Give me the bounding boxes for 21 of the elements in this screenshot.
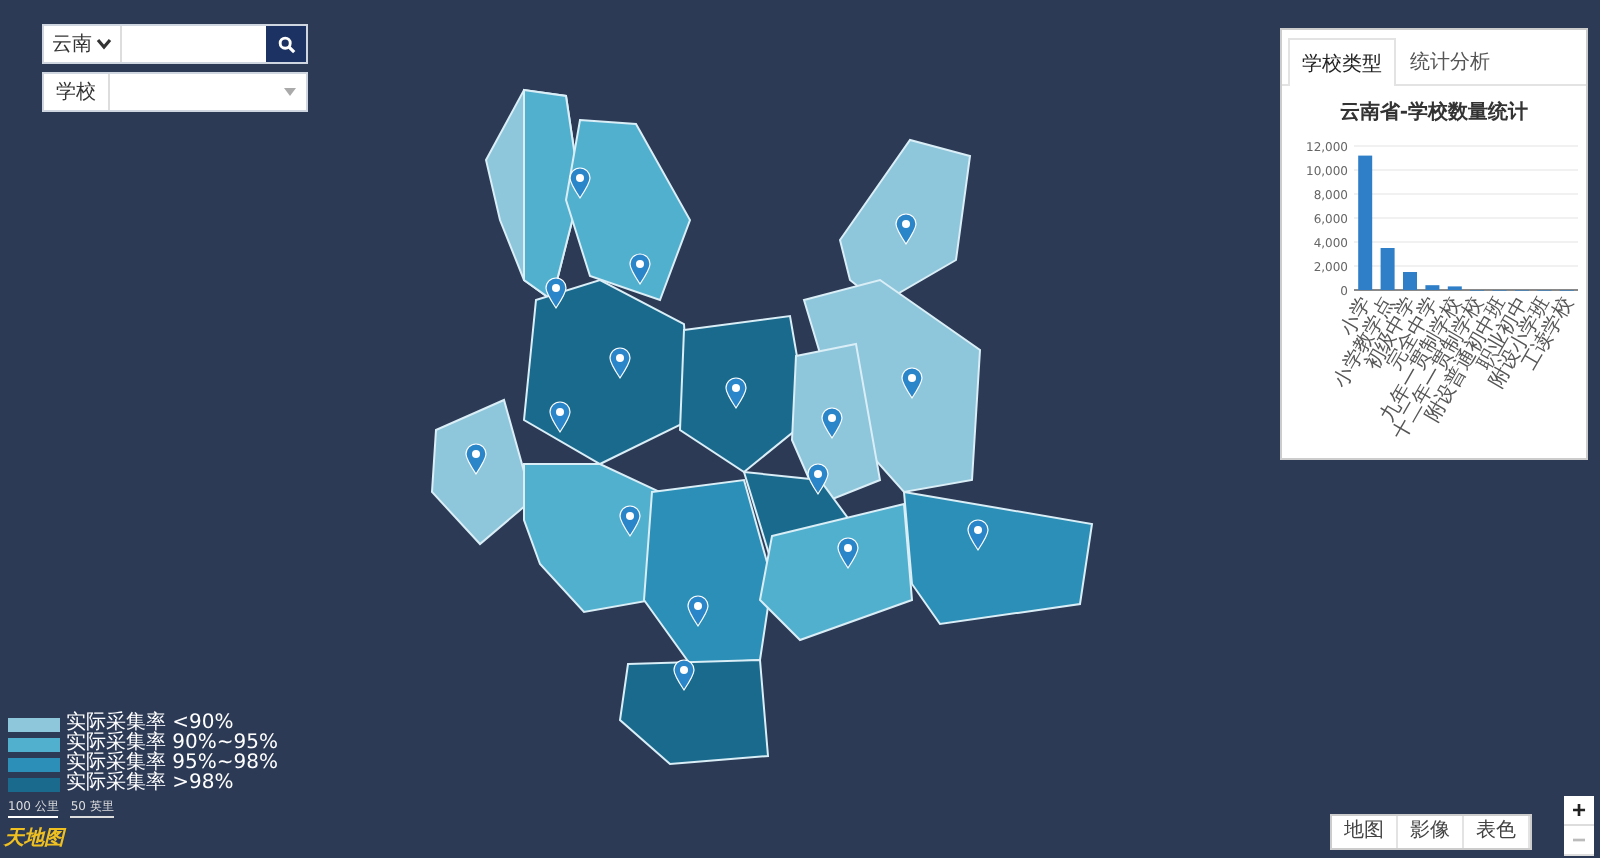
caret-down-icon bbox=[284, 88, 296, 96]
legend-label: 实际采集率 95%~98% bbox=[66, 754, 279, 774]
map-pin-icon[interactable] bbox=[545, 277, 567, 309]
chart-title: 云南省-学校数量统计 bbox=[1339, 99, 1529, 126]
legend-label: 实际采集率 90%~95% bbox=[66, 734, 279, 754]
chart-bar bbox=[1358, 155, 1373, 290]
search-icon bbox=[277, 35, 295, 53]
map-pin-icon[interactable] bbox=[807, 463, 829, 495]
legend-label: 实际采集率 >98% bbox=[66, 774, 234, 794]
map-pin-icon[interactable] bbox=[725, 377, 747, 409]
chart-bar bbox=[1403, 272, 1417, 290]
search-button[interactable] bbox=[266, 26, 306, 62]
chart-bar bbox=[1380, 248, 1395, 290]
map-pin-icon[interactable] bbox=[549, 401, 571, 433]
chart-bar bbox=[1425, 285, 1440, 290]
map-pin-icon[interactable] bbox=[609, 347, 631, 379]
legend-label: 实际采集率 <90% bbox=[66, 714, 234, 734]
map-pin-icon[interactable] bbox=[673, 659, 695, 691]
map-logo: 天地图 bbox=[4, 828, 64, 852]
chevron-down-icon bbox=[96, 38, 112, 50]
tab[interactable]: 学校类型 bbox=[1288, 38, 1396, 86]
